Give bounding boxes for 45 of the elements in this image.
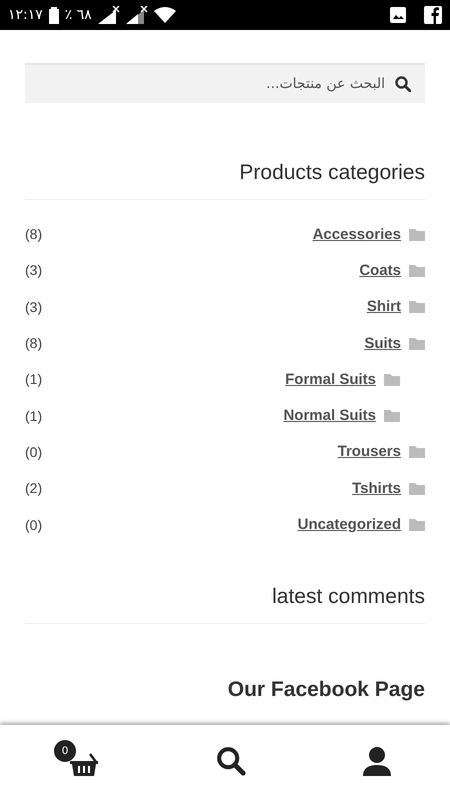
- category-count: (2): [25, 480, 42, 496]
- section-heading: latest comments: [25, 584, 425, 624]
- category-count: (1): [25, 408, 42, 424]
- folder-icon: [409, 228, 425, 241]
- folder-icon: [409, 518, 425, 532]
- category-link[interactable]: Suits: [364, 334, 401, 352]
- category-count: (8): [25, 335, 42, 352]
- basket-icon: [68, 752, 100, 778]
- folder-icon: [409, 264, 425, 277]
- category-count: (3): [25, 262, 42, 278]
- category-link[interactable]: Shirt: [366, 298, 401, 316]
- cart-count: 0: [54, 740, 76, 762]
- search-icon: [395, 76, 411, 92]
- status-time: ١٢:١٧: [8, 7, 43, 23]
- signal-icon: [98, 6, 120, 24]
- person-icon: [362, 746, 392, 776]
- battery-percent: ٪ ٦٨: [64, 7, 92, 23]
- signal-icon: [126, 6, 148, 24]
- wifi-icon: [154, 7, 176, 23]
- category-link[interactable]: Coats: [359, 262, 401, 279]
- category-count: (0): [25, 444, 42, 460]
- category-count: (8): [25, 226, 42, 242]
- search-icon: [216, 746, 246, 776]
- category-link[interactable]: Normal Suits: [283, 407, 376, 424]
- category-link[interactable]: Formal Suits: [285, 370, 376, 388]
- battery-icon: [48, 6, 59, 24]
- cart-button[interactable]: 0: [54, 740, 104, 785]
- category-link[interactable]: Uncategorized: [298, 516, 401, 534]
- folder-icon: [409, 445, 425, 458]
- section-heading: Products categories: [25, 161, 425, 200]
- category-link[interactable]: Tshirts: [352, 480, 401, 497]
- image-icon: [390, 7, 406, 23]
- folder-icon: [409, 336, 425, 350]
- section-heading: Our Facebook Page: [226, 678, 425, 702]
- folder-icon: [384, 372, 400, 386]
- folder-icon: [409, 300, 425, 314]
- folder-icon: [384, 409, 400, 422]
- search-field[interactable]: البحث عن منتجات...: [25, 63, 425, 103]
- category-count: (3): [25, 298, 42, 315]
- facebook-icon: [424, 6, 442, 24]
- category-link[interactable]: Trousers: [338, 443, 401, 460]
- category-link[interactable]: Accessories: [312, 226, 401, 243]
- category-count: (0): [25, 516, 42, 533]
- folder-icon: [409, 482, 425, 495]
- category-count: (1): [25, 371, 42, 388]
